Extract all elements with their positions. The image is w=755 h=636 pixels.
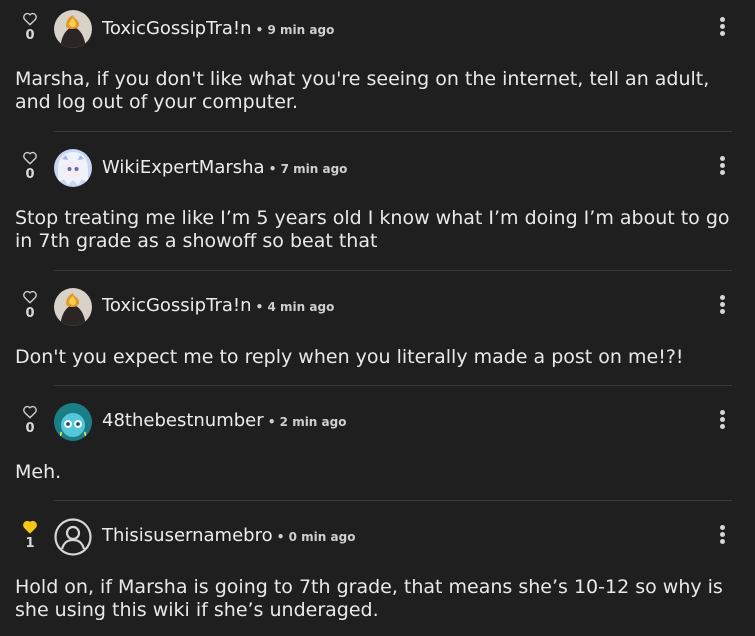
kebab-dot bbox=[719, 532, 725, 537]
like-button[interactable]: 0 bbox=[22, 405, 38, 436]
avatar[interactable] bbox=[54, 288, 92, 326]
kebab-dot bbox=[719, 417, 725, 422]
timestamp: • 9 min ago bbox=[251, 23, 335, 37]
kebab-dot bbox=[719, 156, 725, 161]
divider bbox=[54, 385, 732, 386]
kebab-dot bbox=[719, 170, 725, 175]
more-options-button[interactable] bbox=[716, 525, 728, 549]
like-count: 0 bbox=[25, 421, 35, 436]
like-button[interactable]: 0 bbox=[22, 151, 38, 182]
anime-avatar-icon bbox=[54, 149, 92, 187]
username-link[interactable]: 48thebestnumber bbox=[102, 410, 264, 431]
username-link[interactable]: Thisisusernamebro bbox=[102, 525, 273, 546]
kebab-dot bbox=[719, 539, 725, 544]
like-count: 1 bbox=[25, 536, 35, 551]
heart-outline-icon bbox=[23, 151, 37, 165]
like-count: 0 bbox=[25, 28, 35, 43]
comment-text: Hold on, if Marsha is going to 7th grade… bbox=[15, 576, 723, 621]
more-options-button[interactable] bbox=[716, 295, 728, 319]
kebab-dot bbox=[719, 309, 725, 314]
like-count: 0 bbox=[25, 167, 35, 182]
comment-meta: ToxicGossipTra!n • 4 min ago bbox=[102, 295, 334, 317]
divider bbox=[54, 270, 732, 271]
teal-creature-avatar-icon bbox=[54, 403, 92, 441]
flame-avatar-icon bbox=[54, 10, 92, 48]
comment-meta: Thisisusernamebro • 0 min ago bbox=[102, 525, 355, 547]
kebab-dot bbox=[719, 424, 725, 429]
divider bbox=[54, 131, 732, 132]
username-link[interactable]: WikiExpertMarsha bbox=[102, 157, 265, 178]
comment-meta: WikiExpertMarsha • 7 min ago bbox=[102, 157, 347, 179]
avatar[interactable] bbox=[54, 518, 92, 556]
divider bbox=[54, 500, 732, 501]
kebab-dot bbox=[719, 163, 725, 168]
like-button[interactable]: 1 bbox=[22, 520, 38, 551]
kebab-dot bbox=[719, 302, 725, 307]
kebab-dot bbox=[719, 24, 725, 29]
username-link[interactable]: ToxicGossipTra!n bbox=[102, 18, 252, 39]
comment-meta: 48thebestnumber • 2 min ago bbox=[102, 410, 346, 432]
kebab-dot bbox=[719, 410, 725, 415]
more-options-button[interactable] bbox=[716, 156, 728, 180]
comment-meta: ToxicGossipTra!n • 9 min ago bbox=[102, 18, 334, 40]
timestamp: • 7 min ago bbox=[264, 162, 348, 176]
avatar[interactable] bbox=[54, 149, 92, 187]
more-options-button[interactable] bbox=[716, 17, 728, 41]
heart-outline-icon bbox=[23, 405, 37, 419]
avatar[interactable] bbox=[54, 403, 92, 441]
timestamp: • 2 min ago bbox=[263, 415, 347, 429]
comment-text: Stop treating me like I’m 5 years old I … bbox=[15, 207, 730, 252]
comment-text: Meh. bbox=[15, 461, 62, 483]
like-button[interactable]: 0 bbox=[22, 12, 38, 43]
kebab-dot bbox=[719, 31, 725, 36]
like-button[interactable]: 0 bbox=[22, 290, 38, 321]
heart-outline-icon bbox=[23, 12, 37, 26]
kebab-dot bbox=[719, 525, 725, 530]
timestamp: • 4 min ago bbox=[251, 300, 335, 314]
comment-text: Marsha, if you don't like what you're se… bbox=[15, 68, 710, 113]
kebab-dot bbox=[719, 17, 725, 22]
timestamp: • 0 min ago bbox=[272, 530, 356, 544]
username-link[interactable]: ToxicGossipTra!n bbox=[102, 295, 252, 316]
like-count: 0 bbox=[25, 306, 35, 321]
default-user-avatar-icon bbox=[54, 518, 92, 556]
heart-outline-icon bbox=[23, 290, 37, 304]
flame-avatar-icon bbox=[54, 288, 92, 326]
heart-filled-icon bbox=[23, 520, 37, 534]
kebab-dot bbox=[719, 295, 725, 300]
avatar[interactable] bbox=[54, 10, 92, 48]
comment-text: Don't you expect me to reply when you li… bbox=[15, 346, 684, 368]
more-options-button[interactable] bbox=[716, 410, 728, 434]
